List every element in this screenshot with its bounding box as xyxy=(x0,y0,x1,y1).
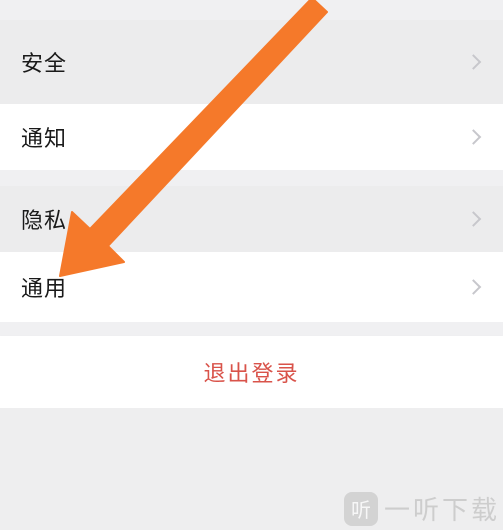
watermark-logo-icon: 听 xyxy=(344,491,378,526)
section-spacer xyxy=(0,322,503,336)
settings-item-label: 通知 xyxy=(21,126,68,151)
section-spacer xyxy=(0,170,503,186)
logout-label: 退出登录 xyxy=(203,361,300,386)
chevron-right-icon xyxy=(465,54,482,70)
settings-item-label: 安全 xyxy=(21,51,68,76)
watermark: 听 一听下载 xyxy=(344,490,500,527)
settings-item-privacy[interactable]: 隐私 xyxy=(0,186,503,252)
settings-item-security[interactable]: 安全 xyxy=(0,20,503,104)
chevron-right-icon xyxy=(465,129,482,145)
logout-button[interactable]: 退出登录 xyxy=(0,336,503,408)
settings-item-label: 通用 xyxy=(21,276,68,301)
top-spacer xyxy=(0,0,503,20)
chevron-right-icon xyxy=(465,211,482,227)
chevron-right-icon xyxy=(465,279,482,295)
settings-item-label: 隐私 xyxy=(21,208,68,233)
settings-item-notifications[interactable]: 通知 xyxy=(0,104,503,170)
settings-item-general[interactable]: 通用 xyxy=(0,252,503,322)
watermark-text: 一听下载 xyxy=(384,496,501,526)
